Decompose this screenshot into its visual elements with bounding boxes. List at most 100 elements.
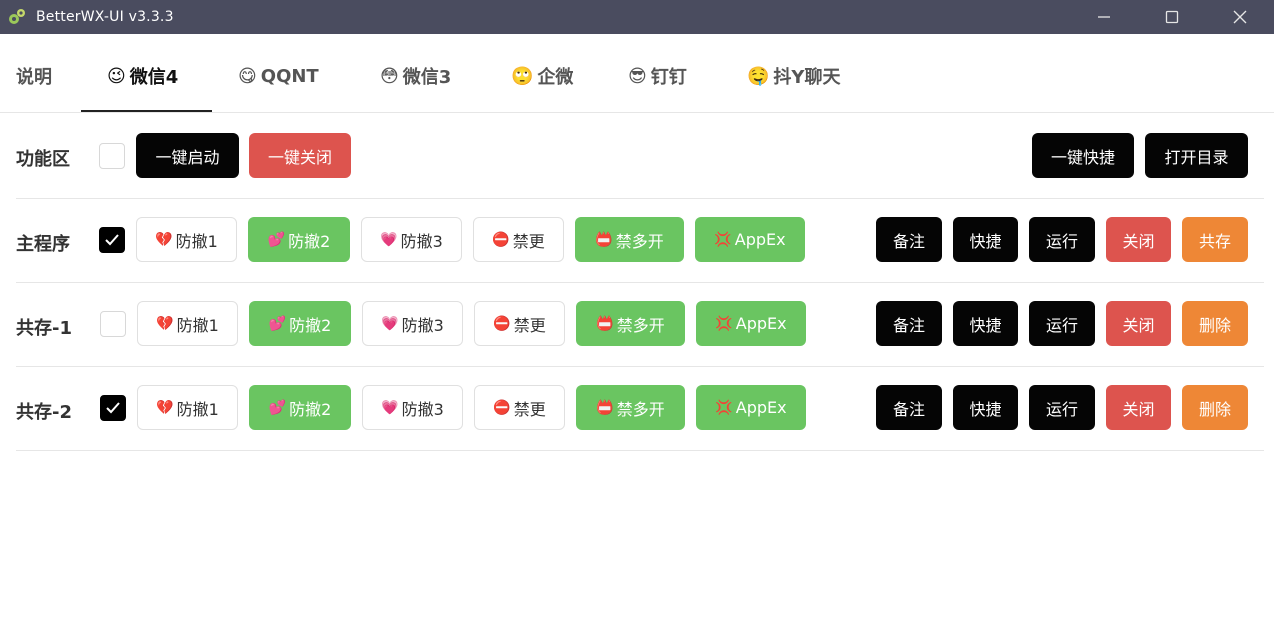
shortcut-button[interactable]: 快捷 — [953, 217, 1018, 262]
row-label: 共存-1 — [16, 318, 72, 339]
close-button[interactable]: 关闭 — [1106, 385, 1171, 430]
tab-wecom[interactable]: 🙄 企微 — [511, 40, 573, 112]
run-button[interactable]: 运行 — [1029, 301, 1095, 346]
shortcut-button[interactable]: 快捷 — [953, 385, 1018, 430]
button-label: 防撤1 — [176, 315, 219, 335]
name-badge-icon: 📛 — [596, 399, 614, 416]
sunglasses-face-icon: 😎 — [628, 65, 647, 87]
tab-label: 钉钉 — [650, 67, 687, 88]
shortcut-button[interactable]: 快捷 — [953, 301, 1018, 346]
row-checkbox[interactable] — [100, 395, 126, 421]
no-update-button[interactable]: ⛔ 禁更 — [473, 217, 564, 262]
note-button[interactable]: 备注 — [876, 301, 942, 346]
button-label: 防撤1 — [176, 399, 219, 419]
tab-bar: 说明 😉 微信4 😋 QQNT 😳 微信3 🙄 企微 😎 钉钉 🤤 抖Y聊天 — [0, 40, 1274, 113]
minimize-button[interactable] — [1070, 0, 1138, 34]
open-directory-button[interactable]: 打开目录 — [1145, 133, 1248, 178]
main-program-row: 主程序 💔 防撤1 💕 防撤2 💗 防撤3 ⛔ 禁更 📛 禁多开 💢 AppEx… — [0, 199, 1274, 283]
appex-button[interactable]: 💢 AppEx — [695, 217, 805, 262]
note-button[interactable]: 备注 — [876, 385, 942, 430]
button-label: AppEx — [735, 398, 787, 417]
run-button[interactable]: 运行 — [1029, 217, 1095, 262]
anger-symbol-icon: 💢 — [715, 399, 733, 416]
anger-symbol-icon: 💢 — [714, 231, 732, 248]
button-label: 禁更 — [513, 315, 546, 335]
tab-label: 企微 — [537, 67, 574, 88]
shortcut-all-button[interactable]: 一键快捷 — [1032, 133, 1134, 178]
delete-button[interactable]: 删除 — [1182, 385, 1248, 430]
button-label: 防撤2 — [289, 315, 332, 335]
tab-wechat3[interactable]: 😳 微信3 — [380, 40, 451, 112]
tab-label: 微信4 — [129, 67, 179, 88]
antirecall1-button[interactable]: 💔 防撤1 — [136, 217, 237, 262]
tab-douyin-chat[interactable]: 🤤 抖Y聊天 — [747, 40, 840, 112]
antirecall2-button[interactable]: 💕 防撤2 — [248, 217, 350, 262]
antirecall3-button[interactable]: 💗 防撤3 — [362, 301, 463, 346]
function-area-label: 功能区 — [16, 149, 70, 170]
two-hearts-icon: 💕 — [268, 315, 287, 332]
close-button[interactable]: 关闭 — [1106, 217, 1171, 262]
antirecall3-button[interactable]: 💗 防撤3 — [361, 217, 462, 262]
tab-qqnt[interactable]: 😋 QQNT — [238, 40, 319, 112]
tab-readme[interactable]: 说明 — [16, 40, 52, 112]
checkmark-icon — [106, 402, 120, 414]
wink-face-icon: 😉 — [107, 65, 126, 87]
multi-open-button[interactable]: 📛 禁多开 — [575, 217, 684, 262]
close-window-button[interactable] — [1206, 0, 1274, 34]
antirecall1-button[interactable]: 💔 防撤1 — [137, 385, 238, 430]
divider — [16, 450, 1264, 451]
row-checkbox[interactable] — [99, 227, 125, 253]
no-entry-icon: ⛔ — [492, 231, 510, 248]
no-update-button[interactable]: ⛔ 禁更 — [474, 385, 565, 430]
multi-open-button[interactable]: 📛 禁多开 — [576, 301, 685, 346]
button-label: 防撤3 — [400, 231, 443, 251]
coexist-2-row: 共存-2 💔 防撤1 💕 防撤2 💗 防撤3 ⛔ 禁更 📛 禁多开 💢 AppE… — [0, 367, 1274, 451]
appex-button[interactable]: 💢 AppEx — [696, 385, 806, 430]
button-label: 防撤2 — [288, 231, 331, 251]
antirecall2-button[interactable]: 💕 防撤2 — [249, 385, 351, 430]
coexist-1-row: 共存-1 💔 防撤1 💕 防撤2 💗 防撤3 ⛔ 禁更 📛 禁多开 💢 AppE… — [0, 283, 1274, 367]
antirecall1-button[interactable]: 💔 防撤1 — [137, 301, 238, 346]
row-checkbox[interactable] — [100, 311, 126, 337]
button-label: 禁多开 — [615, 231, 664, 251]
broken-heart-icon: 💔 — [156, 399, 174, 416]
antirecall3-button[interactable]: 💗 防撤3 — [362, 385, 463, 430]
eyeroll-face-icon: 🙄 — [511, 65, 534, 87]
antirecall2-button[interactable]: 💕 防撤2 — [249, 301, 351, 346]
button-label: AppEx — [735, 314, 787, 333]
two-hearts-icon: 💕 — [267, 231, 286, 248]
tab-wechat4[interactable]: 😉 微信4 — [107, 40, 178, 112]
run-button[interactable]: 运行 — [1029, 385, 1095, 430]
note-button[interactable]: 备注 — [876, 217, 942, 262]
name-badge-icon: 📛 — [596, 315, 614, 332]
start-all-button[interactable]: 一键启动 — [136, 133, 239, 178]
broken-heart-icon: 💔 — [155, 231, 173, 248]
close-all-button[interactable]: 一键关闭 — [249, 133, 351, 178]
name-badge-icon: 📛 — [595, 231, 613, 248]
flushed-face-icon: 😳 — [380, 65, 399, 87]
no-entry-icon: ⛔ — [493, 315, 511, 332]
close-button[interactable]: 关闭 — [1106, 301, 1171, 346]
select-all-checkbox[interactable] — [99, 143, 125, 169]
growing-heart-icon: 💗 — [381, 315, 399, 332]
tab-label: 说明 — [16, 67, 52, 88]
maximize-button[interactable] — [1138, 0, 1206, 34]
no-entry-icon: ⛔ — [493, 399, 511, 416]
no-update-button[interactable]: ⛔ 禁更 — [474, 301, 565, 346]
button-label: 禁多开 — [616, 399, 665, 419]
tab-dingtalk[interactable]: 😎 钉钉 — [628, 40, 687, 112]
drool-face-icon: 🤤 — [747, 65, 770, 87]
checkmark-icon — [105, 234, 119, 246]
tab-label: QQNT — [260, 65, 319, 87]
gears-icon — [6, 6, 28, 28]
multi-open-button[interactable]: 📛 禁多开 — [576, 385, 685, 430]
window-title: BetterWX-UI v3.3.3 — [36, 9, 174, 25]
delete-button[interactable]: 删除 — [1182, 301, 1248, 346]
anger-symbol-icon: 💢 — [715, 315, 733, 332]
appex-button[interactable]: 💢 AppEx — [696, 301, 806, 346]
active-tab-indicator — [81, 110, 212, 112]
broken-heart-icon: 💔 — [156, 315, 174, 332]
two-hearts-icon: 💕 — [268, 399, 287, 416]
coexist-button[interactable]: 共存 — [1182, 217, 1248, 262]
button-label: 防撤3 — [401, 399, 444, 419]
